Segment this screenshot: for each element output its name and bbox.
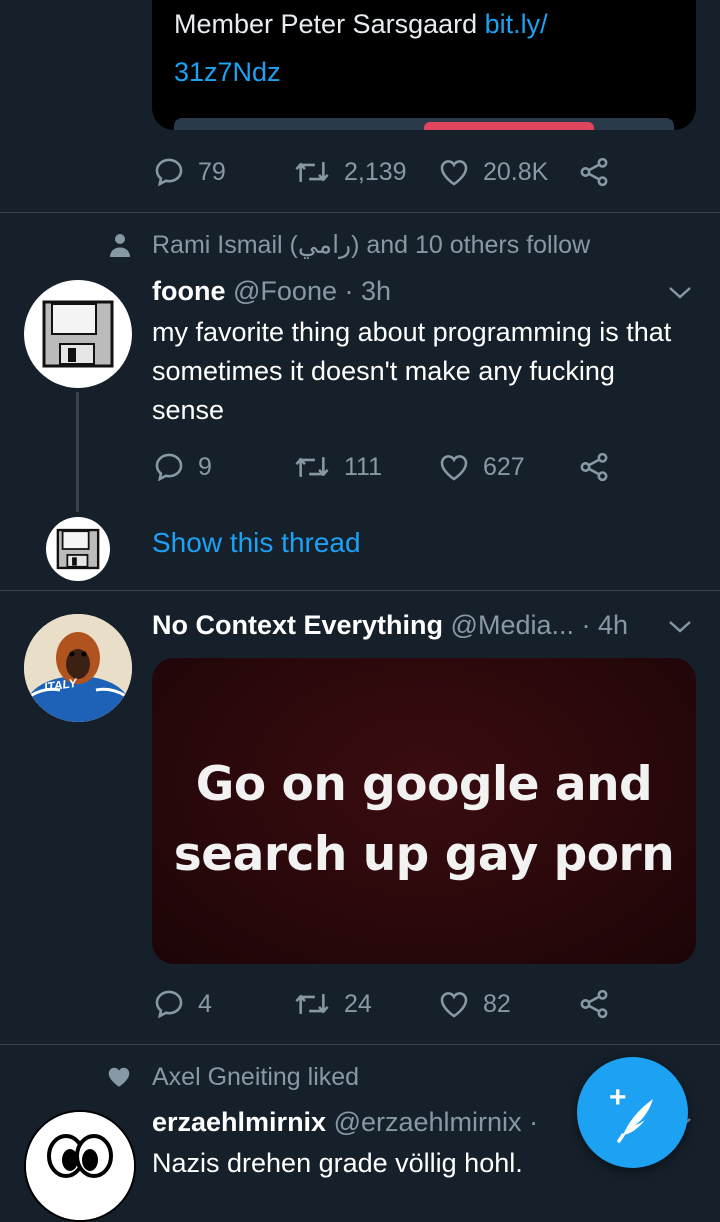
share-icon — [580, 989, 608, 1019]
avatar[interactable] — [24, 280, 132, 388]
compose-tweet-button[interactable]: + — [577, 1057, 688, 1168]
chevron-down-icon[interactable] — [666, 612, 694, 640]
social-context-text: Axel Gneiting liked — [152, 1062, 360, 1091]
retweet-icon — [295, 994, 329, 1014]
like-count: 627 — [483, 452, 525, 481]
reply-icon — [155, 990, 183, 1019]
reply-icon — [155, 453, 183, 482]
retweet-count: 2,139 — [344, 157, 407, 186]
timestamp[interactable]: · 4h — [582, 610, 629, 640]
retweet-button[interactable]: 2,139 — [292, 152, 407, 192]
divider — [0, 590, 720, 591]
compose-tweet-icon — [617, 1099, 653, 1143]
retweet-icon — [295, 162, 329, 182]
social-context-text: Rami Ismail (رامي) and 10 others follow — [152, 231, 591, 259]
like-count: 82 — [483, 989, 511, 1018]
like-button[interactable]: 20.8K — [437, 152, 548, 192]
card-text: Member Peter Sarsgaard bit.ly/ 31z7Ndz — [174, 0, 684, 96]
link-card[interactable]: Member Peter Sarsgaard bit.ly/ 31z7Ndz — [152, 0, 696, 130]
display-name[interactable]: No Context Everything — [152, 610, 443, 640]
image-text-line-2: search up gay porn — [173, 827, 675, 882]
handle[interactable]: @Foone — [233, 276, 337, 306]
retweet-count: 24 — [344, 989, 372, 1018]
show-thread-link[interactable]: Show this thread — [152, 527, 361, 559]
timestamp[interactable]: · — [529, 1107, 538, 1137]
tweet-image[interactable]: Go on google and search up gay porn — [152, 658, 696, 964]
reply-button[interactable]: 79 — [152, 152, 226, 192]
tweet-header: erzaehlmirnix @erzaehlmirnix · — [152, 1107, 538, 1138]
tweet-text: my favorite thing about programming is t… — [152, 317, 672, 425]
chevron-down-icon[interactable] — [666, 278, 694, 306]
share-button[interactable] — [577, 152, 611, 192]
card-text-line: Member Peter Sarsgaard — [174, 9, 485, 39]
card-link-2[interactable]: 31z7Ndz — [174, 57, 281, 87]
retweet-count: 111 — [344, 452, 383, 481]
heart-icon — [440, 455, 468, 481]
reply-icon — [155, 158, 183, 187]
image-text-line-1: Go on google and — [195, 757, 653, 812]
retweet-icon — [295, 457, 329, 477]
display-name[interactable]: foone — [152, 276, 226, 306]
share-icon — [580, 157, 608, 187]
share-button[interactable] — [577, 447, 611, 487]
reply-button[interactable]: 4 — [152, 984, 212, 1024]
compose-plus: + — [609, 1081, 627, 1114]
reply-button[interactable]: 9 — [152, 447, 212, 487]
thread-avatar[interactable] — [46, 517, 110, 581]
share-button[interactable] — [577, 984, 611, 1024]
person-icon — [110, 234, 130, 257]
avatar[interactable]: ITALY — [24, 614, 132, 722]
like-button[interactable]: 627 — [437, 447, 525, 487]
floppy-disk-icon — [42, 300, 114, 368]
cartoon-eyes-avatar-image — [26, 1112, 134, 1220]
divider — [0, 212, 720, 213]
like-button[interactable]: 82 — [437, 984, 511, 1024]
tweet-header: No Context Everything @Media... · 4h — [152, 610, 628, 641]
orangutan-avatar-image — [24, 614, 132, 722]
like-count: 20.8K — [483, 157, 549, 186]
heart-icon — [440, 992, 468, 1018]
heart-icon — [440, 160, 468, 186]
handle[interactable]: @Media... — [451, 610, 574, 640]
handle[interactable]: @erzaehlmirnix — [334, 1107, 522, 1137]
reply-count: 9 — [198, 452, 212, 481]
tweet-actions: 9 111 627 — [152, 447, 622, 487]
reply-count: 4 — [198, 989, 212, 1018]
social-context: Rami Ismail (رامي) and 10 others follow — [108, 228, 590, 262]
tweet-actions: 79 2,139 20.8K — [152, 152, 622, 192]
share-icon — [580, 452, 608, 482]
floppy-disk-icon — [56, 528, 100, 570]
timestamp[interactable]: · 3h — [345, 276, 392, 306]
heart-filled-icon — [108, 1067, 130, 1087]
display-name[interactable]: erzaehlmirnix — [152, 1107, 326, 1137]
card-thumbnail — [174, 118, 674, 130]
social-context: Axel Gneiting liked — [106, 1060, 359, 1094]
retweet-button[interactable]: 24 — [292, 984, 372, 1024]
divider — [0, 1044, 720, 1045]
retweet-button[interactable]: 111 — [292, 447, 382, 487]
avatar[interactable] — [24, 1110, 136, 1222]
card-link[interactable]: bit.ly/ — [485, 9, 548, 39]
tweet-actions: 4 24 82 — [152, 984, 622, 1024]
thread-line — [76, 392, 79, 512]
reply-count: 79 — [198, 157, 226, 186]
tweet-header: foone @Foone · 3h — [152, 276, 391, 307]
